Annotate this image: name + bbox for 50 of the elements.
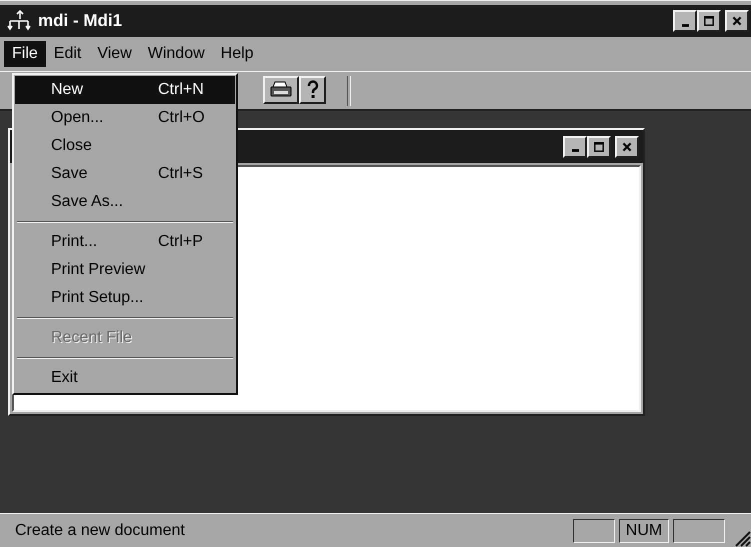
close-icon bbox=[621, 140, 633, 152]
menu-item[interactable]: Help bbox=[212, 41, 262, 67]
status-panel bbox=[573, 518, 615, 542]
menu-entry-label: Print Setup... bbox=[51, 289, 144, 307]
menu-entry[interactable]: Save Ctrl+S bbox=[15, 160, 235, 188]
menu-entry-label: Save As... bbox=[51, 193, 124, 211]
menu-entry[interactable]: Print Setup... bbox=[15, 284, 235, 312]
menu-item[interactable]: View bbox=[89, 41, 140, 67]
maximize-icon bbox=[703, 15, 715, 27]
maximize-button[interactable] bbox=[697, 10, 721, 32]
status-message: Create a new document bbox=[15, 522, 186, 540]
close-button[interactable] bbox=[615, 136, 639, 158]
menu-entry-label: New bbox=[51, 81, 84, 99]
menu-entry[interactable]: Close bbox=[15, 132, 235, 160]
minimize-button[interactable] bbox=[563, 136, 587, 158]
status-panel bbox=[673, 518, 725, 542]
menu-entry[interactable]: Print... Ctrl+P bbox=[15, 228, 235, 256]
question-mark-icon bbox=[306, 80, 320, 100]
menu-entry[interactable]: Save As... bbox=[15, 188, 235, 216]
menu-entry-label: Save bbox=[51, 165, 88, 183]
menu-entry[interactable]: Print Preview bbox=[15, 256, 235, 284]
shortcut-label: Ctrl+P bbox=[158, 233, 204, 251]
menu-item[interactable]: Window bbox=[140, 41, 213, 67]
window-title: mdi - Mdi1 bbox=[38, 11, 124, 31]
num-lock-indicator: NUM bbox=[619, 518, 669, 542]
menu-entry-label: Recent File bbox=[51, 329, 133, 347]
close-button[interactable] bbox=[725, 10, 749, 32]
maximize-button[interactable] bbox=[587, 136, 611, 158]
shortcut-label: Ctrl+O bbox=[158, 109, 206, 127]
menu-entry[interactable]: Open... Ctrl+O bbox=[15, 104, 235, 132]
close-icon bbox=[731, 15, 743, 27]
shortcut-label: Ctrl+S bbox=[158, 165, 204, 183]
menu-entry[interactable]: Exit bbox=[15, 364, 235, 392]
printer-icon bbox=[270, 81, 292, 99]
menu-entry-label: Print Preview bbox=[51, 261, 146, 279]
menu-entry-label: Print... bbox=[51, 233, 98, 251]
menu-entry-label: Close bbox=[51, 137, 93, 155]
maximize-icon bbox=[593, 140, 605, 152]
minimize-icon bbox=[682, 24, 688, 26]
menu-entry-label: Exit bbox=[51, 369, 79, 387]
menu-item[interactable]: File bbox=[4, 41, 46, 67]
minimize-icon bbox=[572, 149, 578, 152]
menu-entry[interactable]: New Ctrl+N bbox=[15, 76, 235, 104]
print-button[interactable] bbox=[263, 76, 299, 104]
menu-item[interactable]: Edit bbox=[46, 41, 90, 67]
minimize-button[interactable] bbox=[673, 10, 697, 32]
shortcut-label: Ctrl+N bbox=[158, 81, 205, 99]
app-icon bbox=[6, 9, 32, 33]
menu-entry-label: Open... bbox=[51, 109, 104, 127]
help-button[interactable] bbox=[299, 76, 326, 104]
